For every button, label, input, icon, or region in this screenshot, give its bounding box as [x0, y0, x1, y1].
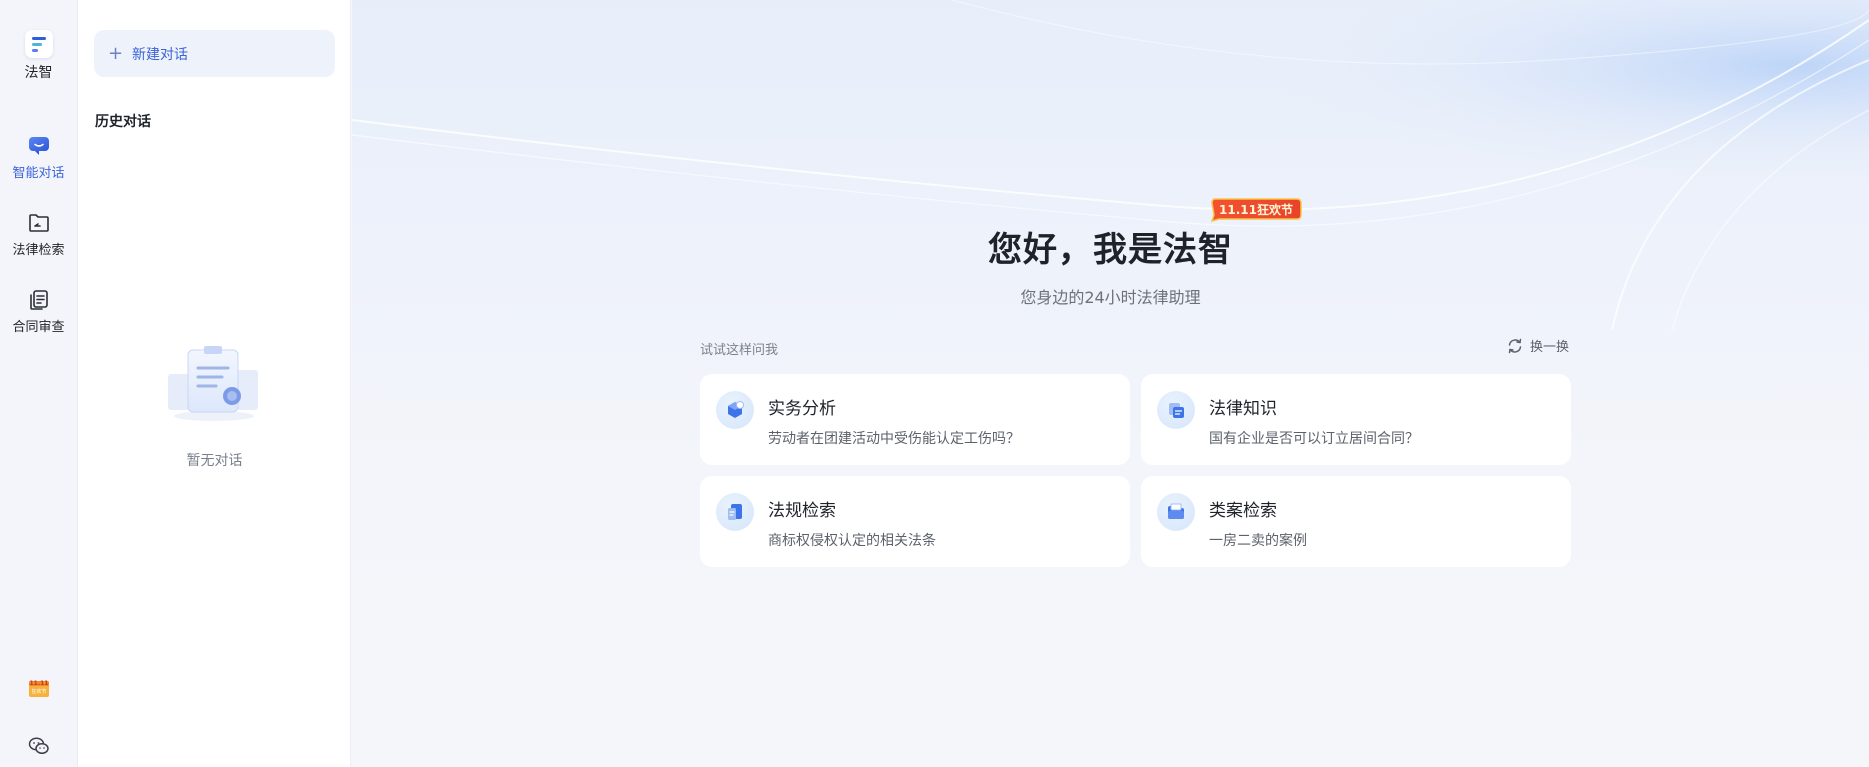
legal-knowledge-icon	[1157, 391, 1195, 429]
main-content: 11.11狂欢节 您好，我是法智 您身边的24小时法律助理 试试这样问我 换一换…	[352, 0, 1869, 767]
card-title: 类案检索	[1209, 501, 1277, 521]
app-name: 法智	[24, 65, 53, 81]
background-waves	[352, 0, 1869, 330]
empty-state-text: 暂无对话	[186, 453, 243, 469]
case-search-icon	[1157, 493, 1195, 531]
app-logo[interactable]: 法智	[24, 30, 53, 82]
empty-clipboard-icon	[166, 344, 262, 424]
card-description: 国有企业是否可以订立居间合同？	[1209, 431, 1419, 447]
chat-bubble-icon	[27, 134, 51, 158]
history-panel: + 新建对话 历史对话 暂无对话	[78, 0, 351, 767]
logo-icon	[24, 30, 53, 58]
greeting-title: 您好，我是法智	[988, 230, 1233, 270]
card-description: 劳动者在团建活动中受伤能认定工伤吗？	[768, 431, 1020, 447]
refresh-label: 换一换	[1530, 340, 1570, 355]
new-chat-button[interactable]: + 新建对话	[94, 30, 335, 77]
plus-icon: +	[108, 42, 124, 64]
refresh-icon	[1508, 338, 1522, 353]
card-description: 商标权侵权认定的相关法条	[768, 533, 936, 549]
card-title: 法律知识	[1209, 399, 1277, 419]
new-chat-label: 新建对话	[132, 46, 188, 63]
card-title: 实务分析	[768, 399, 836, 419]
rail-item-label: 合同审查	[12, 320, 65, 335]
history-title: 历史对话	[95, 114, 151, 130]
rail-item-legal-search[interactable]: 法律检索	[0, 211, 78, 258]
suggestion-card-case-search[interactable]: 类案检索 一房二卖的案例	[1141, 476, 1571, 567]
rail-item-contract-review[interactable]: 合同审查	[0, 288, 78, 335]
promo-badge-top: 11.11	[30, 680, 49, 687]
left-rail: 法智 智能对话 法律检索 合同审查 11.11 狂欢节	[0, 0, 78, 767]
suggestion-card-regulation-search[interactable]: 法规检索 商标权侵权认定的相关法条	[700, 476, 1130, 567]
contract-review-icon	[27, 288, 51, 312]
rail-item-smart-chat[interactable]: 智能对话	[0, 134, 78, 181]
card-description: 一房二卖的案例	[1209, 533, 1307, 549]
card-title: 法规检索	[768, 501, 836, 521]
suggestion-card-legal-knowledge[interactable]: 法律知识 国有企业是否可以订立居间合同？	[1141, 374, 1571, 465]
suggestions-label: 试试这样问我	[700, 343, 779, 358]
promo-badge-icon[interactable]: 11.11 狂欢节	[27, 676, 51, 698]
regulation-search-icon	[716, 493, 754, 531]
promo-tag-text: 11.11狂欢节	[1219, 202, 1293, 217]
rail-item-label: 法律检索	[12, 243, 65, 258]
practice-analysis-icon	[716, 391, 754, 429]
greeting-subtitle: 您身边的24小时法律助理	[1020, 288, 1201, 307]
suggestion-card-practice-analysis[interactable]: 实务分析 劳动者在团建活动中受伤能认定工伤吗？	[700, 374, 1130, 465]
refresh-suggestions-button[interactable]: 换一换	[1506, 336, 1569, 355]
promo-tag[interactable]: 11.11狂欢节	[1209, 196, 1303, 223]
wechat-icon[interactable]	[27, 734, 51, 758]
rail-item-label: 智能对话	[12, 166, 65, 181]
folder-search-icon	[27, 211, 51, 235]
promo-badge-bottom: 狂欢节	[31, 688, 46, 695]
